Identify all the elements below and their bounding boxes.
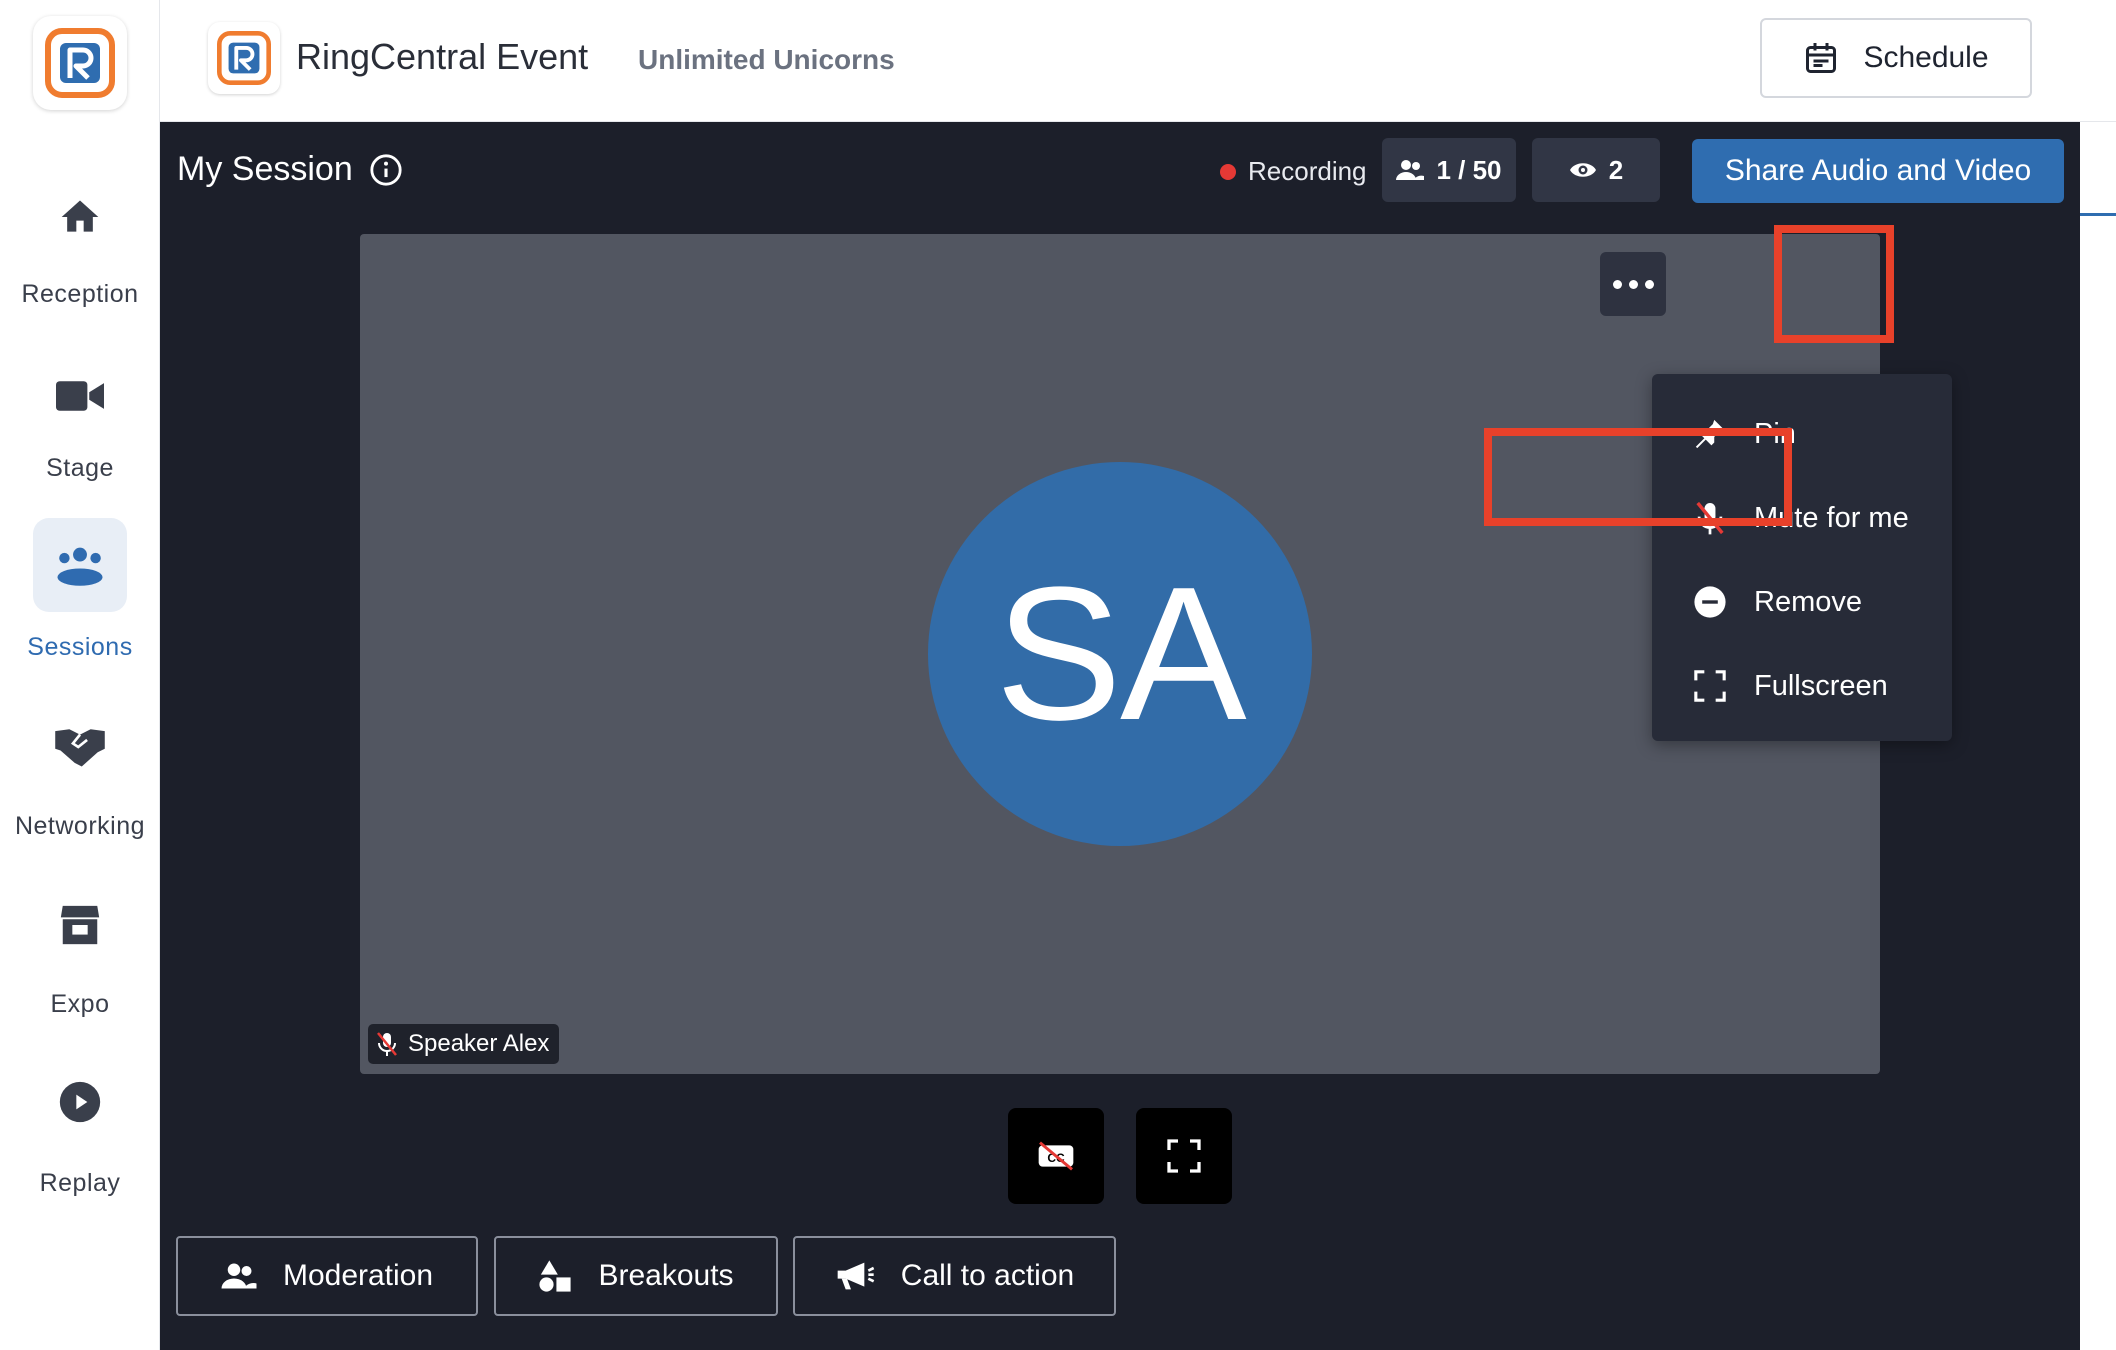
fullscreen-button[interactable] bbox=[1136, 1108, 1232, 1204]
participants-count: 1 / 50 bbox=[1436, 154, 1502, 185]
sidebar-item-stage[interactable]: Stage bbox=[0, 349, 160, 519]
recording-indicator: Recording bbox=[1220, 156, 1367, 187]
closed-captions-toggle-button[interactable]: CC bbox=[1008, 1108, 1104, 1204]
booth-icon bbox=[33, 878, 127, 972]
eye-icon bbox=[1569, 163, 1596, 177]
app-logo[interactable] bbox=[33, 16, 127, 110]
sidebar-item-sessions[interactable]: Sessions bbox=[0, 518, 160, 688]
group-icon bbox=[33, 518, 127, 612]
sidebar-item-label: Stage bbox=[46, 454, 114, 482]
closed-captions-off-icon: CC bbox=[1038, 1141, 1074, 1171]
handshake-icon bbox=[33, 700, 127, 794]
avatar-initials: SA bbox=[995, 548, 1246, 760]
video-camera-icon bbox=[33, 349, 127, 443]
mic-off-icon bbox=[377, 1032, 397, 1056]
sidebar-item-label: Networking bbox=[14, 812, 146, 840]
sidebar-item-networking[interactable]: Networking bbox=[0, 700, 160, 870]
top-header: RingCentral Event Unlimited Unicorns Sch… bbox=[160, 0, 2116, 122]
fullscreen-icon bbox=[1692, 668, 1728, 704]
participants-count-badge[interactable]: 1 / 50 bbox=[1382, 138, 1516, 202]
recording-dot-icon bbox=[1220, 163, 1236, 180]
breakouts-label: Breakouts bbox=[598, 1259, 734, 1292]
megaphone-icon bbox=[837, 1262, 875, 1290]
info-icon[interactable] bbox=[369, 153, 403, 187]
avatar: SA bbox=[928, 462, 1312, 846]
sidebar-nav: Reception Stage Sessions Networking Expo bbox=[0, 0, 160, 1350]
speaker-name: Speaker Alex bbox=[408, 1030, 550, 1057]
moderation-button[interactable]: Moderation bbox=[176, 1236, 478, 1316]
more-dot-icon bbox=[1628, 279, 1638, 289]
session-title: My Session bbox=[177, 150, 403, 189]
speaker-name-tag: Speaker Alex bbox=[368, 1024, 560, 1064]
minus-circle-icon bbox=[1692, 584, 1728, 620]
organization-name: Unlimited Unicorns bbox=[638, 44, 895, 75]
sidebar-item-label: Expo bbox=[50, 990, 110, 1018]
viewers-count: 2 bbox=[1608, 154, 1624, 185]
schedule-label: Schedule bbox=[1863, 41, 1989, 74]
ringcentral-logo-icon bbox=[45, 28, 115, 98]
recording-label: Recording bbox=[1248, 156, 1367, 186]
sidebar-item-reception[interactable]: Reception bbox=[0, 170, 160, 340]
ringcentral-logo-icon bbox=[217, 31, 271, 85]
sidebar-item-label: Reception bbox=[21, 280, 139, 308]
sidebar-item-label: Sessions bbox=[27, 633, 133, 661]
sidebar-item-replay[interactable]: Replay bbox=[0, 1055, 160, 1225]
more-button-highlight bbox=[1774, 225, 1894, 343]
moderation-label: Moderation bbox=[282, 1259, 434, 1292]
share-audio-video-button[interactable]: Share Audio and Video bbox=[1692, 139, 2064, 203]
menu-item-fullscreen[interactable]: Fullscreen bbox=[1652, 644, 1952, 728]
sidebar-item-expo[interactable]: Expo bbox=[0, 878, 160, 1048]
people-icon bbox=[1396, 160, 1425, 180]
fullscreen-icon bbox=[1167, 1139, 1201, 1173]
panel-accent-line bbox=[2080, 213, 2116, 216]
session-title-text: My Session bbox=[177, 150, 353, 188]
sidebar-item-label: Replay bbox=[39, 1169, 121, 1197]
event-logo[interactable] bbox=[208, 22, 280, 94]
more-dot-icon bbox=[1644, 279, 1654, 289]
more-options-button[interactable] bbox=[1600, 252, 1666, 316]
remove-item-highlight bbox=[1484, 428, 1792, 526]
call-to-action-button[interactable]: Call to action bbox=[793, 1236, 1116, 1316]
viewers-count-badge[interactable]: 2 bbox=[1532, 138, 1660, 202]
calendar-icon bbox=[1806, 43, 1837, 73]
people-icon bbox=[221, 1263, 257, 1289]
play-circle-icon bbox=[33, 1055, 127, 1149]
schedule-button[interactable]: Schedule bbox=[1760, 18, 2032, 98]
event-title: RingCentral Event bbox=[296, 36, 589, 77]
more-dot-icon bbox=[1612, 279, 1622, 289]
menu-item-label: Remove bbox=[1754, 585, 1862, 618]
shapes-icon bbox=[539, 1260, 572, 1292]
call-to-action-label: Call to action bbox=[900, 1259, 1075, 1292]
home-icon bbox=[33, 170, 127, 264]
breakouts-button[interactable]: Breakouts bbox=[494, 1236, 778, 1316]
menu-item-remove[interactable]: Remove bbox=[1652, 560, 1952, 644]
menu-item-label: Fullscreen bbox=[1754, 669, 1888, 702]
